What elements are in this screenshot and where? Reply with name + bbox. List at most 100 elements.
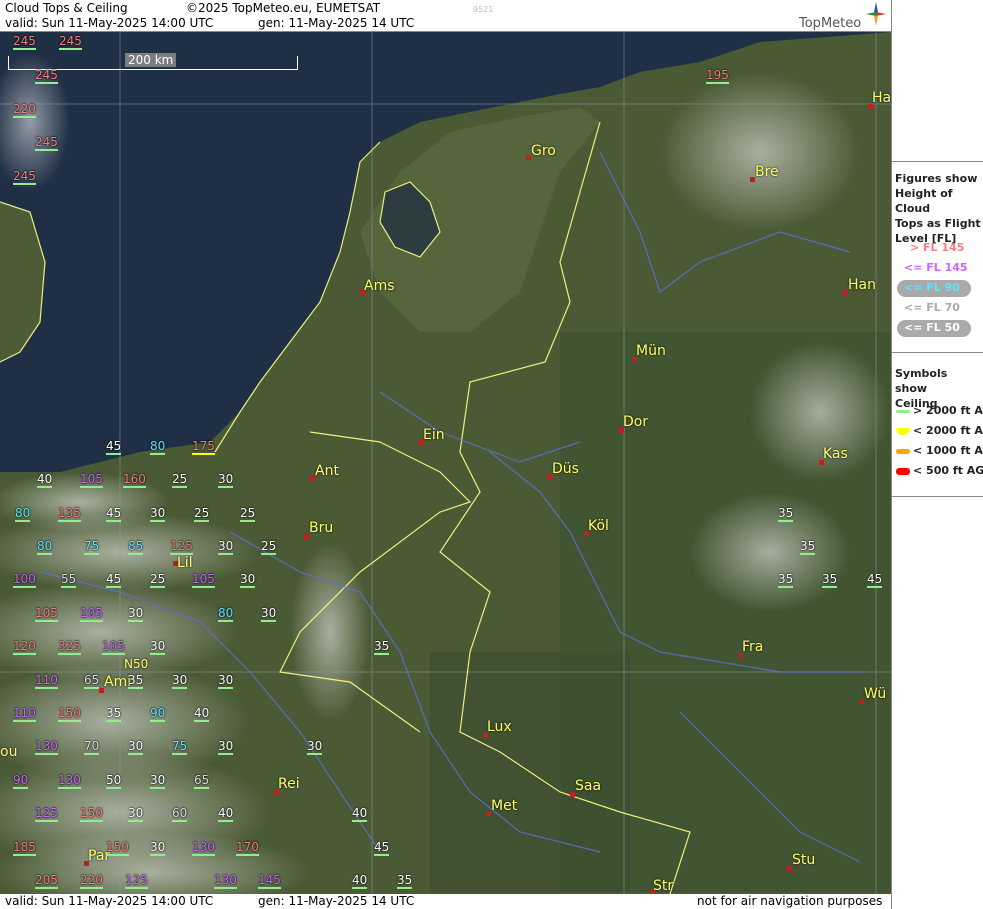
city-label-ein: Ein — [423, 427, 445, 443]
cloud-top-figure: 30 — [150, 639, 166, 655]
city-label-kas: Kas — [823, 446, 848, 462]
city-label-fra: Fra — [742, 639, 764, 655]
footer-generated-time: gen: 11-May-2025 14 UTC — [258, 894, 415, 908]
cloud-top-figure: 130 — [214, 873, 237, 889]
footer-bar: valid: Sun 11-May-2025 14:00 UTC gen: 11… — [0, 894, 891, 909]
cloud-top-figure: 45 — [374, 840, 390, 856]
city-label-mun: Mün — [636, 343, 666, 359]
cloud-top-figure: 105 — [80, 606, 103, 622]
header-bar: Cloud Tops & Ceiling ©2025 TopMeteo.eu, … — [0, 0, 891, 32]
cloud-top-figure: 105 — [35, 606, 58, 622]
city-label-ha: Ha — [872, 90, 891, 106]
cloud-top-figure: 35 — [106, 706, 122, 722]
cloud-top-figure: 150 — [58, 706, 81, 722]
city-label-ant: Ant — [315, 463, 339, 479]
city-label-rei: Rei — [278, 776, 300, 792]
cloud-top-figure: 25 — [261, 539, 277, 555]
cloud-top-figure: 105 — [102, 639, 125, 655]
satellite-map[interactable]: 200 km Gro Ams Bre Han Ha Mün Dor Ein An… — [0, 32, 891, 894]
city-label-dus: Düs — [552, 461, 579, 477]
city-label-ams: Ams — [364, 278, 395, 294]
topmeteo-logo[interactable]: TopMeteo — [790, 2, 890, 32]
cloud-top-figure: 50 — [106, 773, 122, 789]
cloud-top-figure: 40 — [37, 472, 53, 488]
city-label-ou: ou — [0, 744, 18, 760]
grid-label-n50: N50 — [124, 657, 149, 671]
legend-ceiling-below-1000: < 1000 ft AGL — [896, 444, 983, 457]
cloud-top-figure: 35 — [778, 572, 794, 588]
cloud-top-figure: 60 — [172, 806, 188, 822]
cloud-top-figure: 30 — [307, 739, 323, 755]
city-label-str: Str — [653, 878, 674, 894]
cloud-top-figure: 120 — [13, 639, 36, 655]
cloud-top-figure: 30 — [128, 739, 144, 755]
city-label-dor: Dor — [623, 414, 649, 430]
cloud-top-figure: 85 — [128, 539, 144, 555]
legend-fl-90: <= FL 90 — [904, 281, 960, 294]
compass-icon — [866, 2, 886, 26]
legend-ceiling-below-2000: < 2000 ft AGL — [896, 424, 983, 437]
cloud-top-figure: 30 — [218, 673, 234, 689]
cloud-top-figure: 125 — [35, 806, 58, 822]
cloud-top-figure: 45 — [867, 572, 883, 588]
cloud-top-figure: 135 — [58, 506, 81, 522]
cloud-top-figure: 245 — [13, 169, 36, 185]
cloud-top-figure: 35 — [778, 506, 794, 522]
valid-time: valid: Sun 11-May-2025 14:00 UTC — [5, 16, 214, 30]
legend-panel: Figures show Height of Cloud Tops as Fli… — [891, 0, 983, 909]
cloud-top-figure: 30 — [128, 606, 144, 622]
city-label-lil: Lil — [177, 555, 193, 571]
cloud-top-figure: 220 — [13, 102, 36, 118]
cloud-top-figure: 30 — [261, 606, 277, 622]
cloud-top-figure: 175 — [192, 439, 215, 455]
city-label-saa: Saa — [575, 778, 602, 794]
cloud-top-figure: 65 — [194, 773, 210, 789]
cloud-top-figure: 110 — [13, 706, 36, 722]
cloud-top-figure: 100 — [13, 572, 36, 588]
cloud-top-figure: 145 — [258, 873, 281, 889]
divider — [892, 161, 983, 162]
cloud-top-figure: 80 — [150, 439, 166, 455]
cloud-top-figure: 65 — [84, 673, 100, 689]
cloud-top-figure: 90 — [150, 706, 166, 722]
cloud-top-figure: 220 — [80, 873, 103, 889]
cloud-top-figure: 30 — [128, 806, 144, 822]
city-label-kol: Köl — [588, 518, 609, 534]
legend-fl-70: <= FL 70 — [904, 301, 960, 314]
cloud-top-figure: 25 — [172, 472, 188, 488]
cloud-top-figure: 35 — [800, 539, 816, 555]
city-label-han: Han — [848, 277, 876, 293]
cloud-top-figure: 40 — [194, 706, 210, 722]
cloud-top-figure: 150 — [106, 840, 129, 856]
cloud-top-figure: 245 — [35, 135, 58, 151]
cloud-top-figure: 325 — [58, 639, 81, 655]
cloud-top-figure: 30 — [150, 773, 166, 789]
city-label-bru: Bru — [309, 520, 334, 536]
footer-valid-time: valid: Sun 11-May-2025 14:00 UTC — [5, 894, 214, 908]
divider — [892, 352, 983, 353]
cloud-top-figure: 245 — [35, 68, 58, 84]
cloud-top-figure: 40 — [352, 873, 368, 889]
city-label-lux: Lux — [487, 719, 512, 735]
cloud-top-figure: 245 — [13, 34, 36, 50]
cloud-top-figure: 125 — [170, 539, 193, 555]
city-label-met: Met — [491, 798, 518, 814]
cloud-top-figure: 35 — [374, 639, 390, 655]
cloud-top-figure: 245 — [59, 34, 82, 50]
cloud-top-figure: 45 — [106, 506, 122, 522]
cloud-top-figure: 45 — [106, 439, 122, 455]
cloud-top-figure: 80 — [218, 606, 234, 622]
cloud-top-figure: 30 — [218, 472, 234, 488]
cloud-top-figure: 35 — [397, 873, 413, 889]
cloud-top-figure: 75 — [84, 539, 100, 555]
cloud-top-figure: 125 — [125, 873, 148, 889]
legend-ceiling-below-500: < 500 ft AGL — [896, 464, 983, 477]
cloud-top-figure: 25 — [240, 506, 256, 522]
tops-legend-title: Figures show Height of Cloud Tops as Fli… — [895, 172, 981, 245]
cloud-top-figure: 185 — [13, 840, 36, 856]
legend-ceiling-above-2000: > 2000 ft AGL — [896, 404, 983, 417]
cloud-top-figure: 35 — [822, 572, 838, 588]
legend-fl-above-145: > FL 145 — [910, 241, 965, 254]
scale-label: 200 km — [125, 53, 177, 67]
city-label-gro: Gro — [531, 143, 556, 159]
